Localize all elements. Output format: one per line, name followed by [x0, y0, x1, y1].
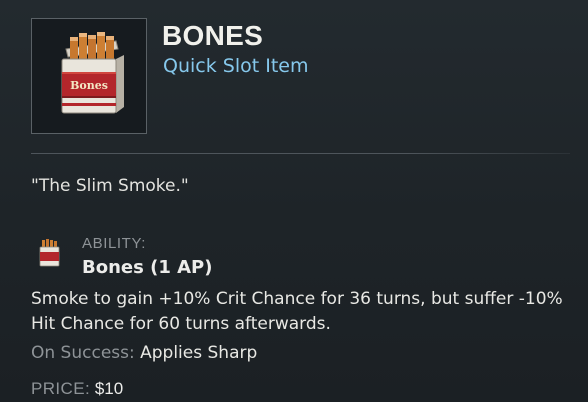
- item-type: Quick Slot Item: [163, 55, 309, 77]
- ability-icon: [34, 238, 64, 268]
- ability-description: Smoke to gain +10% Crit Chance for 36 tu…: [31, 289, 563, 334]
- price-line: PRICE: $10: [31, 377, 123, 401]
- ability-name: Bones (1 AP): [82, 257, 213, 278]
- on-success-value: Applies Sharp: [140, 343, 258, 363]
- cigarette-pack-icon: [39, 239, 60, 267]
- ability-header: ABILITY:: [82, 235, 146, 252]
- price-value: $10: [94, 379, 124, 398]
- item-icon-frame: Bones: [31, 18, 147, 134]
- item-name: BONES: [162, 20, 264, 51]
- on-success-label: On Success:: [31, 343, 135, 363]
- flavor-text: "The Slim Smoke.": [31, 176, 189, 196]
- pack-brand-text: Bones: [70, 79, 108, 92]
- divider: [31, 153, 570, 154]
- price-label: PRICE:: [31, 379, 91, 398]
- cigarette-pack-icon: Bones: [61, 32, 124, 114]
- on-success-line: On Success: Applies Sharp: [31, 341, 257, 365]
- item-tooltip: Bones BONES Quick Slot Item "The Slim Sm…: [0, 0, 588, 402]
